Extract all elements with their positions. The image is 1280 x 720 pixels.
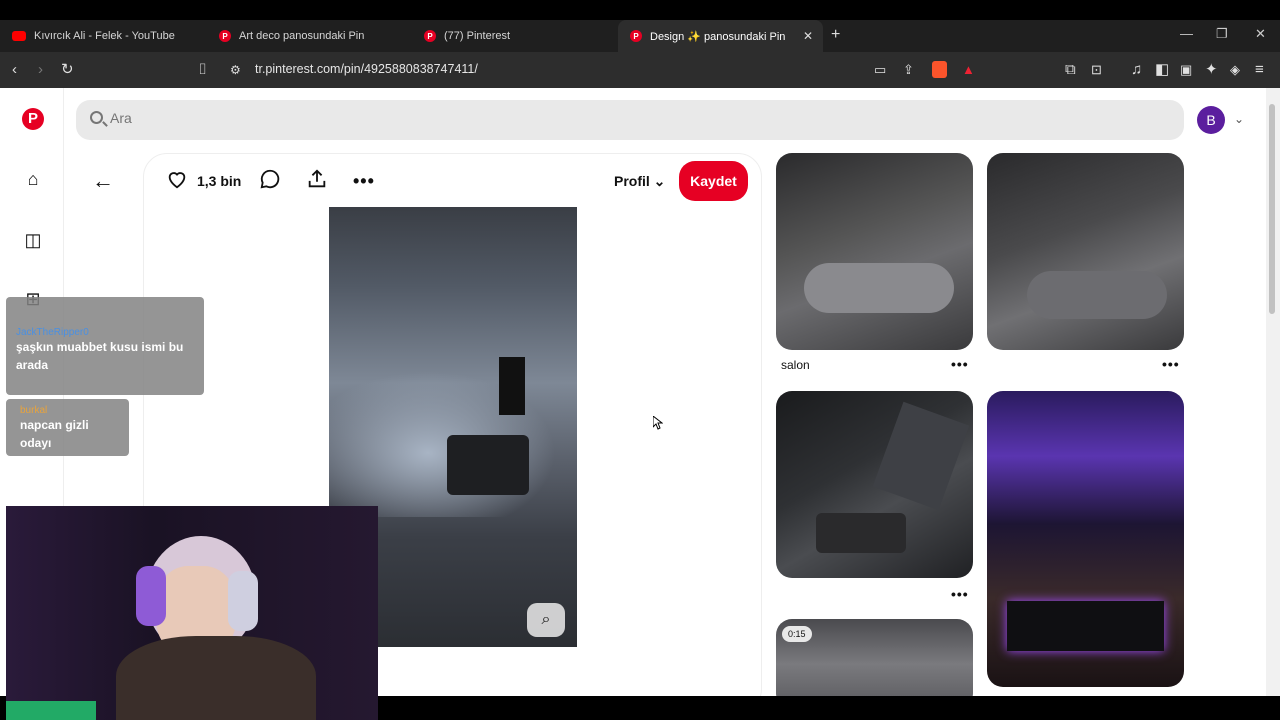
chat-message: burkal napcan gizli odayı bbox=[6, 399, 129, 456]
top-bar bbox=[0, 0, 1280, 20]
menu-icon[interactable]: ≡ bbox=[1255, 60, 1264, 80]
headphone-icon bbox=[136, 566, 166, 626]
wall-display bbox=[499, 357, 525, 415]
site-settings-icon[interactable]: ⚙ bbox=[230, 60, 241, 80]
new-tab-button[interactable]: + bbox=[831, 26, 840, 44]
more-options-icon[interactable]: ••• bbox=[1162, 356, 1180, 372]
video-duration: 0:15 bbox=[782, 626, 812, 642]
headphone-icon bbox=[228, 571, 258, 631]
sofa-shape bbox=[1027, 271, 1167, 319]
streamer-body bbox=[116, 636, 316, 720]
tab-title: (77) Pinterest bbox=[444, 30, 511, 42]
rock-shape bbox=[872, 401, 970, 511]
tab-title: Design ✨ panosundaki Pin bbox=[650, 30, 786, 43]
media-icon[interactable]: ♫ bbox=[1131, 60, 1142, 80]
visual-search-icon[interactable]: ⌕ bbox=[527, 603, 565, 637]
profile-label: Profil bbox=[614, 173, 650, 189]
ai-icon[interactable]: ✦ bbox=[1205, 60, 1218, 80]
close-icon[interactable]: ✕ bbox=[803, 29, 813, 43]
tab-design-active[interactable]: P Design ✨ panosundaki Pin ✕ bbox=[618, 20, 823, 52]
more-options-icon[interactable]: ••• bbox=[951, 356, 969, 372]
extensions-icon[interactable]: ⧉ bbox=[1065, 60, 1076, 80]
chat-username: burkal bbox=[20, 405, 48, 416]
webcam-overlay bbox=[6, 506, 378, 720]
url-bar[interactable]: tr.pinterest.com/pin/4925880838747411/ bbox=[255, 62, 478, 76]
tab-strip: Kıvırcık Ali - Felek - YouTube P Art dec… bbox=[0, 20, 1280, 52]
comment-icon[interactable] bbox=[259, 168, 281, 190]
chevron-down-icon: ⌄ bbox=[653, 173, 666, 189]
chevron-down-icon[interactable]: ⌄ bbox=[1234, 112, 1244, 126]
tab-youtube[interactable]: Kıvırcık Ali - Felek - YouTube bbox=[0, 20, 205, 52]
brave-rewards-icon[interactable]: ▲ bbox=[962, 60, 975, 80]
back-icon[interactable]: ‹ bbox=[12, 60, 17, 80]
grid-pin-1[interactable] bbox=[776, 153, 973, 350]
reload-icon[interactable]: ↻ bbox=[61, 60, 74, 80]
window-close-icon[interactable]: ✕ bbox=[1255, 26, 1266, 42]
home-icon[interactable]: ⌂ bbox=[22, 168, 44, 190]
tab-title: Kıvırcık Ali - Felek - YouTube bbox=[34, 30, 175, 42]
mouse-cursor bbox=[653, 416, 663, 430]
search-input[interactable] bbox=[110, 110, 710, 126]
search-bar[interactable] bbox=[76, 100, 1184, 140]
pinterest-logo[interactable]: P bbox=[22, 108, 44, 130]
cast-icon[interactable]: ▭ bbox=[874, 60, 886, 80]
wallet-icon[interactable]: ▣ bbox=[1180, 60, 1192, 80]
likes-count: 1,3 bin bbox=[197, 173, 242, 189]
back-arrow-icon[interactable]: ← bbox=[92, 168, 114, 194]
pool-table bbox=[447, 435, 529, 495]
youtube-icon bbox=[12, 31, 26, 41]
chat-text: şaşkın muabbet kusu ismi bu arada bbox=[16, 340, 184, 372]
sunken-sofa bbox=[1007, 601, 1164, 651]
grid-pin-title: salon bbox=[781, 358, 810, 372]
sofa-shape bbox=[804, 263, 954, 313]
table-shape bbox=[816, 513, 906, 553]
grid-pin-4[interactable] bbox=[987, 391, 1184, 687]
restore-icon[interactable]: ❐ bbox=[1216, 26, 1228, 42]
screenshot-icon[interactable]: ⊡ bbox=[1091, 60, 1102, 80]
save-button[interactable]: Kaydet bbox=[679, 161, 748, 201]
forward-icon[interactable]: › bbox=[38, 60, 43, 80]
explore-icon[interactable]: ◫ bbox=[22, 229, 44, 251]
grid-pin-3[interactable] bbox=[776, 391, 973, 578]
chat-message: JackTheRipper0 şaşkın muabbet kusu ismi … bbox=[6, 297, 204, 395]
more-options-icon[interactable]: ••• bbox=[353, 171, 375, 192]
bookmark-icon[interactable]: ⌷ bbox=[198, 60, 207, 80]
scrollbar-thumb[interactable] bbox=[1269, 104, 1275, 314]
brave-shield-icon[interactable] bbox=[932, 61, 947, 78]
more-options-icon[interactable]: ••• bbox=[951, 586, 969, 602]
tab-title: Art deco panosundaki Pin bbox=[239, 30, 365, 42]
pinterest-icon: P bbox=[219, 30, 231, 42]
sidebar-toggle-icon[interactable]: ◧ bbox=[1155, 60, 1169, 80]
chat-text: napcan gizli odayı bbox=[20, 418, 89, 450]
tab-pinterest-home[interactable]: P (77) Pinterest bbox=[412, 20, 617, 52]
nav-bar: ‹ › ↻ ⌷ ⚙ ▭ ⇪ ▲ ⧉ ⊡ ♫ ◧ ▣ ✦ ◈ ≡ bbox=[0, 52, 1280, 88]
desk-light bbox=[6, 701, 96, 720]
share-icon[interactable]: ⇪ bbox=[903, 60, 914, 80]
avatar[interactable]: B bbox=[1197, 106, 1225, 134]
pinterest-icon: P bbox=[424, 30, 436, 42]
chat-username: JackTheRipper0 bbox=[16, 327, 89, 338]
profile-dropdown[interactable]: Profil ⌄ bbox=[614, 173, 665, 190]
heart-icon[interactable] bbox=[166, 168, 188, 190]
share-icon[interactable] bbox=[306, 168, 328, 190]
vpn-icon[interactable]: ◈ bbox=[1230, 60, 1240, 80]
search-icon bbox=[90, 111, 103, 124]
minimize-icon[interactable]: — bbox=[1180, 26, 1193, 41]
grid-pin-2[interactable] bbox=[987, 153, 1184, 350]
tab-art-deco[interactable]: P Art deco panosundaki Pin bbox=[207, 20, 412, 52]
pinterest-icon: P bbox=[630, 30, 642, 42]
